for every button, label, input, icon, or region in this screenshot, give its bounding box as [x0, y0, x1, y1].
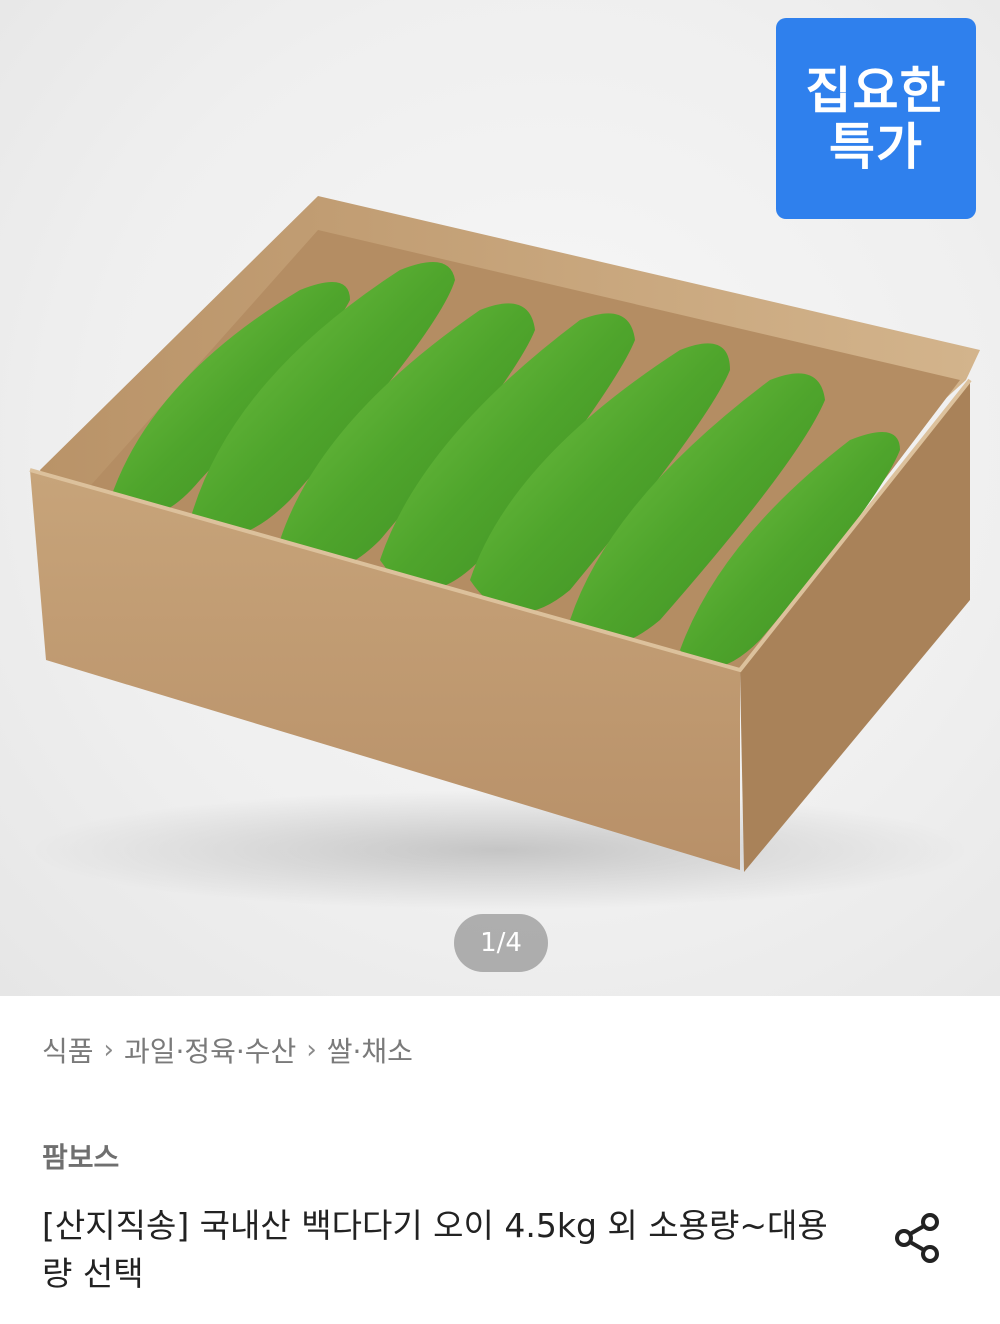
share-icon — [895, 1213, 939, 1263]
breadcrumb-item-fruit-meat-seafood[interactable]: 과일·정육·수산 — [124, 1030, 296, 1070]
breadcrumb-item-food[interactable]: 식품 — [42, 1030, 94, 1070]
badge-line-2: 특가 — [829, 117, 923, 176]
chevron-right-icon: › — [103, 1035, 114, 1065]
breadcrumb-item-rice-vegetables[interactable]: 쌀·채소 — [327, 1030, 413, 1070]
breadcrumb: 식품 › 과일·정육·수산 › 쌀·채소 — [42, 1028, 413, 1072]
seller-name[interactable]: 팜보스 — [42, 1136, 119, 1176]
product-title: [산지직송] 국내산 백다다기 오이 4.5kg 외 소용량~대용량 선택 — [42, 1206, 828, 1293]
special-deal-badge: 집요한 특가 — [776, 18, 976, 219]
image-counter: 1/4 — [454, 914, 548, 972]
badge-line-1: 집요한 — [805, 61, 947, 120]
share-button[interactable] — [890, 1210, 946, 1266]
chevron-right-icon: › — [306, 1035, 317, 1065]
product-image-carousel[interactable]: 집요한 특가 1/4 — [0, 0, 1000, 996]
